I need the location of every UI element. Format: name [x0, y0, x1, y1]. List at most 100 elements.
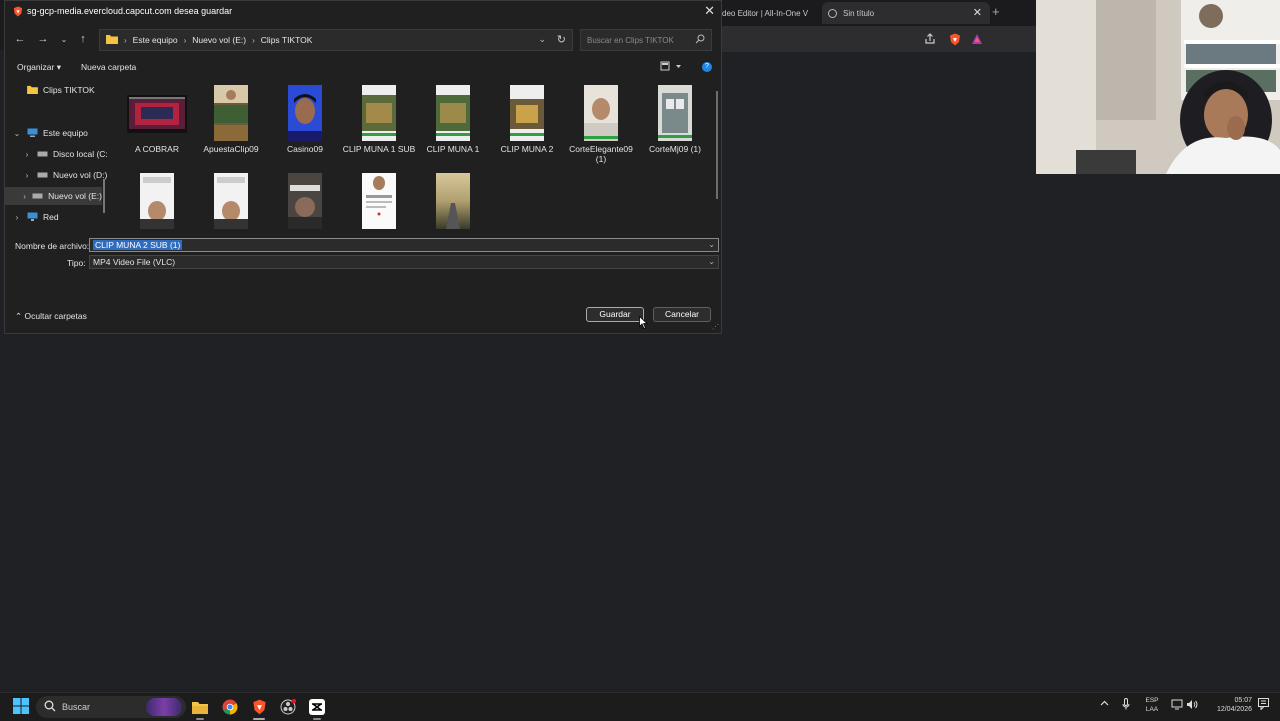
brave-rewards-icon[interactable]	[970, 32, 984, 46]
chevron-right-icon[interactable]: ›	[21, 150, 33, 159]
address-bar[interactable]: › Este equipo › Nuevo vol (E:) › Clips T…	[99, 29, 573, 51]
notification-center-icon[interactable]	[1258, 698, 1269, 712]
globe-icon	[828, 8, 837, 18]
file-name: A COBRAR	[135, 144, 179, 154]
webcam-feed	[1036, 0, 1280, 174]
video-thumbnail	[436, 85, 470, 141]
chevron-right-icon[interactable]: ›	[11, 213, 23, 222]
breadcrumb-separator-icon: ›	[124, 35, 127, 45]
file-grid: A COBRAR ApuestaClip09 Casino09 CLIP MUN…	[117, 81, 713, 231]
brave-browser-icon[interactable]	[249, 697, 269, 720]
capcut-icon[interactable]	[307, 697, 327, 720]
chevron-right-icon[interactable]: ›	[21, 192, 28, 201]
breadcrumb-nuevo-vol-e[interactable]: Nuevo vol (E:)	[192, 35, 246, 45]
volume-icon[interactable]	[1186, 699, 1198, 712]
file-item[interactable]: CorteElegante09 (1)	[564, 85, 638, 164]
file-item[interactable]	[416, 173, 490, 231]
sidebar-item-clips-tiktok[interactable]: Clips TIKTOK	[5, 81, 95, 99]
chevron-down-icon: ⌄	[708, 257, 715, 266]
taskbar-search-box[interactable]: Buscar	[36, 696, 186, 718]
clock-date: 12/04/2026	[1216, 706, 1252, 713]
sidebar-item-label: Red	[43, 212, 59, 222]
new-folder-button[interactable]: Nueva carpeta	[81, 62, 136, 72]
hide-folders-label: Ocultar carpetas	[24, 311, 87, 321]
microphone-icon[interactable]	[1122, 698, 1130, 712]
file-explorer-icon[interactable]	[190, 697, 210, 720]
recent-locations-chevron-icon[interactable]: ⌄	[57, 32, 71, 46]
file-item[interactable]	[194, 173, 268, 231]
file-name: ApuestaClip09	[203, 144, 259, 154]
chrome-icon[interactable]	[220, 697, 240, 717]
video-thumbnail	[658, 85, 692, 141]
save-button[interactable]: Guardar	[586, 307, 644, 322]
sidebar-item-nuevo-vol-d[interactable]: › Nuevo vol (D:)	[5, 166, 108, 184]
video-thumbnail	[214, 173, 248, 229]
file-item[interactable]: CLIP MUNA 1	[416, 85, 490, 154]
folder-icon	[106, 34, 118, 46]
search-icon	[695, 34, 705, 46]
file-item[interactable]: ApuestaClip09	[194, 85, 268, 154]
file-item[interactable]: CorteMj09 (1)	[638, 85, 712, 154]
up-arrow-icon[interactable]: ↑	[76, 32, 90, 46]
file-item[interactable]	[342, 173, 416, 231]
filename-input[interactable]: CLIP MUNA 2 SUB (1) ⌄	[89, 238, 719, 252]
chevron-down-icon[interactable]: ⌄	[708, 240, 715, 249]
file-item[interactable]: CLIP MUNA 1 SUB	[342, 85, 416, 154]
file-item[interactable]: Casino09	[268, 85, 342, 154]
chevron-down-icon[interactable]: ⌄	[11, 129, 23, 138]
sidebar-item-label: Nuevo vol (D:)	[53, 170, 108, 180]
windows-start-icon[interactable]	[13, 698, 29, 717]
view-options-icon[interactable]	[660, 61, 682, 73]
video-thumbnail	[140, 173, 174, 229]
close-dialog-icon[interactable]: ✕	[704, 3, 715, 19]
address-dropdown-icon[interactable]: ⌄	[538, 34, 546, 45]
hide-folders-toggle[interactable]: ⌃ Ocultar carpetas	[15, 311, 87, 322]
close-tab-icon[interactable]: ✕	[973, 6, 982, 19]
navigation-scrollbar[interactable]	[103, 179, 105, 213]
search-icon	[44, 700, 56, 715]
drive-icon	[32, 191, 43, 201]
tab-label: deo Editor | All-In-One V	[722, 8, 809, 18]
file-item[interactable]	[120, 173, 194, 231]
file-name: CorteElegante09 (1)	[569, 144, 633, 164]
new-tab-button[interactable]: +	[992, 4, 1000, 19]
organize-label: Organizar	[17, 62, 55, 72]
brave-shield-icon[interactable]	[948, 32, 962, 46]
sidebar-item-disco-local-c[interactable]: › Disco local (C:	[5, 145, 108, 163]
system-clock[interactable]: 05:07 12/04/2026	[1206, 696, 1252, 714]
search-input[interactable]: Buscar en Clips TIKTOK	[580, 29, 712, 51]
computer-icon	[27, 128, 38, 139]
network-icon[interactable]	[1171, 699, 1183, 712]
video-thumbnail	[288, 173, 322, 229]
show-hidden-icons-chevron-icon[interactable]	[1100, 700, 1109, 708]
forward-arrow-icon[interactable]: →	[36, 32, 50, 46]
sidebar-item-label: Nuevo vol (E:)	[48, 191, 102, 201]
resize-grip-icon[interactable]: ⋰	[712, 323, 719, 331]
back-arrow-icon[interactable]: ←	[13, 32, 27, 46]
chevron-right-icon[interactable]: ›	[21, 171, 33, 180]
sidebar-item-nuevo-vol-e[interactable]: › Nuevo vol (E:)	[5, 187, 102, 205]
help-icon[interactable]: ?	[702, 62, 712, 72]
file-item[interactable]	[268, 173, 342, 231]
filename-label: Nombre de archivo:	[15, 241, 90, 251]
organize-button[interactable]: Organizar ▾	[17, 62, 61, 73]
file-item[interactable]: CLIP MUNA 2	[490, 85, 564, 154]
share-icon[interactable]	[923, 32, 937, 46]
sidebar-item-este-equipo[interactable]: ⌄ Este equipo	[5, 124, 88, 142]
breadcrumb-clips-tiktok[interactable]: Clips TIKTOK	[261, 35, 313, 45]
file-item[interactable]: A COBRAR	[120, 85, 194, 154]
sidebar-item-label: Este equipo	[43, 128, 88, 138]
chevron-up-icon: ⌃	[15, 311, 23, 321]
file-grid-scrollbar[interactable]	[716, 91, 718, 199]
tab-untitled[interactable]: Sin título ✕	[822, 2, 990, 24]
tab-video-editor[interactable]: deo Editor | All-In-One V	[720, 2, 822, 24]
breadcrumb-este-equipo[interactable]: Este equipo	[133, 35, 178, 45]
language-indicator[interactable]: ESP LAA	[1144, 696, 1160, 714]
cancel-button[interactable]: Cancelar	[653, 307, 711, 322]
sidebar-item-red[interactable]: › Red	[5, 208, 59, 226]
file-type-select[interactable]: MP4 Video File (VLC) ⌄	[89, 255, 719, 269]
dialog-titlebar: sg-gcp-media.evercloud.capcut.com desea …	[5, 1, 721, 23]
type-label: Tipo:	[67, 258, 86, 268]
obs-icon[interactable]	[278, 697, 298, 717]
refresh-icon[interactable]: ↻	[557, 33, 566, 46]
